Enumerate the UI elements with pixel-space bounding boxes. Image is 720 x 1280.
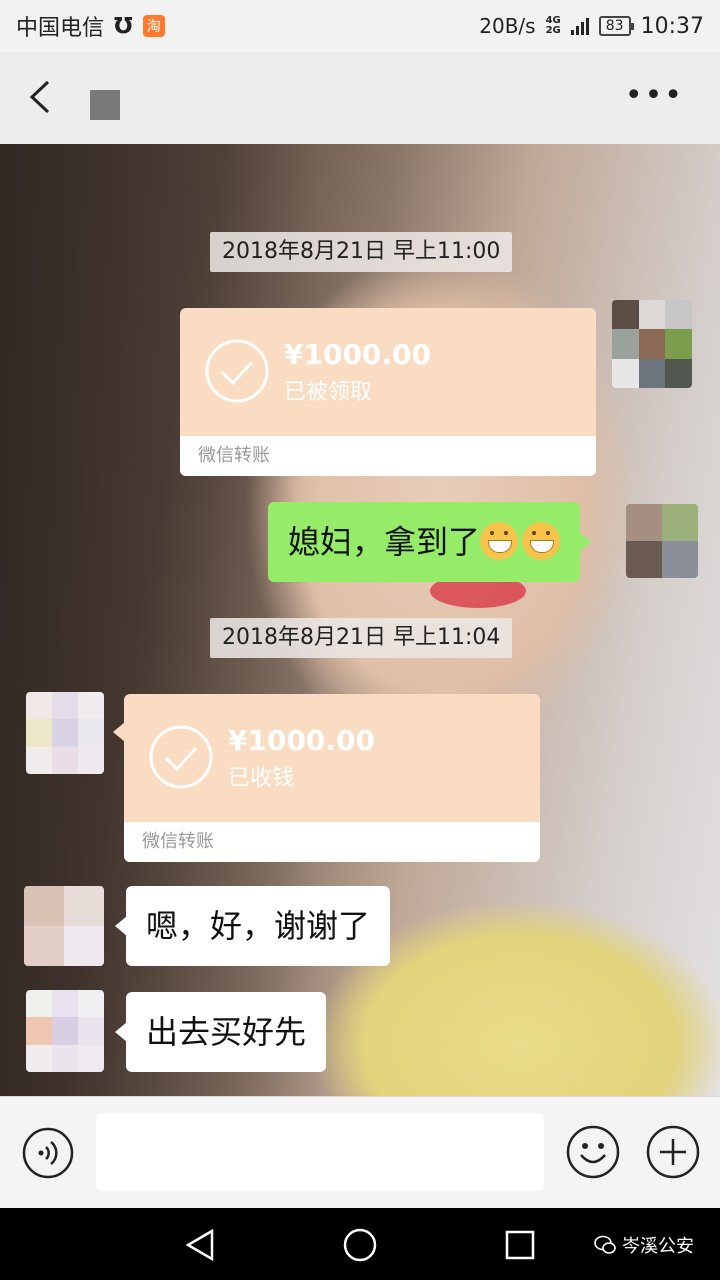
transfer-footer: 微信转账 xyxy=(124,822,540,862)
transfer-footer: 微信转账 xyxy=(180,436,596,476)
chat-area[interactable]: 2018年8月21日 早上11:00 ¥1000.00 已被领取 微信转账 媳妇… xyxy=(0,144,720,1096)
avatar-self[interactable] xyxy=(626,504,698,578)
status-right: 20B/s 4G 2G 83 10:37 xyxy=(479,14,704,39)
message-bubble-outgoing[interactable]: 媳妇，拿到了 xyxy=(268,502,592,582)
horseshoe-icon: ℧ xyxy=(114,13,133,39)
smiley-icon[interactable] xyxy=(566,1125,620,1179)
navigation-bar: 岑溪公安 xyxy=(0,1208,720,1280)
message-bubble-incoming[interactable]: 嗯，好，谢谢了 xyxy=(114,886,391,966)
nav-back-icon[interactable] xyxy=(184,1228,216,1262)
wechat-logo-icon xyxy=(594,1235,616,1254)
contact-name-redacted xyxy=(90,90,120,120)
nav-recents-icon[interactable] xyxy=(505,1230,535,1260)
transfer-card-incoming[interactable]: ¥1000.00 已收钱 微信转账 xyxy=(113,694,540,862)
transfer-card-outgoing[interactable]: ¥1000.00 已被领取 微信转账 xyxy=(180,308,596,476)
message-bubble-incoming[interactable]: 出去买好先 xyxy=(114,992,327,1072)
signal-bars-icon xyxy=(570,17,589,35)
transfer-status: 已收钱 xyxy=(228,766,295,791)
timestamp: 2018年8月21日 早上11:04 xyxy=(210,618,513,658)
message-input[interactable] xyxy=(96,1113,544,1191)
back-arrow-icon[interactable] xyxy=(26,78,54,116)
avatar-contact[interactable] xyxy=(26,692,104,774)
input-bar xyxy=(0,1096,720,1208)
transfer-amount: ¥1000.00 xyxy=(228,724,376,757)
plus-icon[interactable] xyxy=(646,1125,700,1179)
avatar-self[interactable] xyxy=(612,300,692,388)
check-circle-icon xyxy=(149,725,213,789)
carrier-label: 中国电信 xyxy=(16,16,105,41)
net-speed: 20B/s xyxy=(479,14,536,38)
timestamp: 2018年8月21日 早上11:00 xyxy=(210,232,513,272)
avatar-contact[interactable] xyxy=(26,990,104,1072)
check-circle-icon xyxy=(205,339,269,403)
clock: 10:37 xyxy=(640,13,704,39)
status-bar: 中国电信 ℧ 淘 20B/s 4G 2G 83 10:37 xyxy=(0,0,720,52)
nav-home-icon[interactable] xyxy=(343,1228,377,1262)
grin-emoji-icon xyxy=(522,522,561,560)
battery-icon: 83 xyxy=(598,16,634,36)
network-type-icon: 4G 2G xyxy=(546,16,561,36)
transfer-amount: ¥1000.00 xyxy=(284,338,432,371)
watermark-text: 岑溪公安 xyxy=(622,1236,694,1257)
avatar-contact[interactable] xyxy=(24,886,104,966)
more-options-button[interactable]: ••• xyxy=(625,81,684,111)
taobao-icon: 淘 xyxy=(142,15,165,37)
watermark: 岑溪公安 xyxy=(594,1232,694,1258)
grin-emoji-icon xyxy=(480,522,519,560)
status-left: 中国电信 ℧ 淘 xyxy=(16,10,165,42)
message-text: 媳妇，拿到了 xyxy=(288,523,481,561)
title-bar: ••• xyxy=(0,52,720,144)
network-type-bottom: 2G xyxy=(545,25,561,36)
voice-icon[interactable] xyxy=(22,1127,74,1179)
transfer-status: 已被领取 xyxy=(284,380,373,405)
